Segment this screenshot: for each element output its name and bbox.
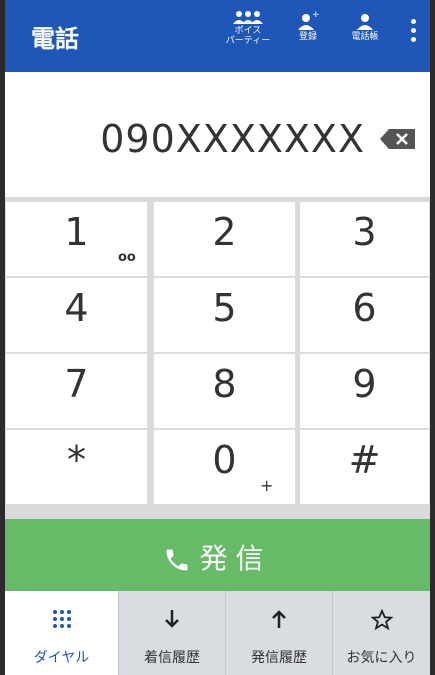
person-icon: [357, 14, 373, 30]
key-digit: 0: [212, 438, 237, 482]
key-2[interactable]: 2: [153, 201, 296, 277]
register-label: 登録: [298, 32, 317, 42]
dial-keypad: 1 oo 2 3 4 5 6 7 8 9 * 0 + #: [5, 197, 430, 519]
number-display: 090XXXXXXX: [5, 72, 430, 197]
svg-text:+: +: [312, 10, 320, 20]
key-5[interactable]: 5: [153, 277, 296, 353]
key-9[interactable]: 9: [299, 353, 430, 429]
key-digit: #: [348, 438, 381, 482]
key-digit: 9: [352, 362, 377, 406]
key-4[interactable]: 4: [5, 277, 148, 353]
dialpad-icon: [5, 609, 118, 631]
key-hash[interactable]: #: [299, 429, 430, 505]
key-digit: 2: [212, 210, 237, 254]
voicemail-icon: oo: [118, 250, 136, 265]
plus-sublabel: +: [260, 476, 274, 495]
key-digit: 3: [352, 210, 377, 254]
register-contact-button[interactable]: + 登録: [288, 10, 328, 42]
call-button[interactable]: 発信: [5, 519, 430, 591]
tab-label: お気に入り: [346, 650, 417, 666]
tab-dialer[interactable]: ダイヤル: [5, 591, 118, 675]
overflow-menu-icon[interactable]: [403, 19, 423, 53]
key-digit: 7: [64, 362, 89, 406]
voice-party-label-2: パーティー: [225, 36, 271, 46]
arrow-up-icon: [226, 609, 332, 631]
key-digit: 1: [64, 210, 89, 254]
phone-icon: [166, 549, 188, 571]
tab-label: 発信履歴: [251, 650, 307, 666]
arrow-down-icon: [119, 609, 225, 631]
key-digit: 4: [64, 286, 89, 330]
star-icon: [333, 608, 430, 631]
phonebook-label: 電話帳: [351, 32, 379, 42]
tab-favorites[interactable]: お気に入り: [332, 591, 430, 675]
phonebook-button[interactable]: 電話帳: [340, 10, 390, 42]
tab-outgoing-history[interactable]: 発信履歴: [225, 591, 332, 675]
key-digit: 8: [212, 362, 237, 406]
tab-incoming-history[interactable]: 着信履歴: [118, 591, 225, 675]
add-person-icon: +: [298, 10, 320, 30]
key-digit: *: [67, 438, 86, 482]
tab-label: ダイヤル: [33, 650, 90, 666]
voice-party-label-1: ボイス: [234, 26, 262, 36]
group-people-icon: [233, 11, 263, 24]
key-digit: 6: [352, 286, 377, 330]
bottom-tab-bar: ダイヤル 着信履歴 発信履歴 お気に入り: [5, 591, 430, 675]
backspace-icon[interactable]: [379, 127, 417, 155]
key-3[interactable]: 3: [299, 201, 430, 277]
key-8[interactable]: 8: [153, 353, 296, 429]
call-label: 発信: [199, 542, 272, 575]
key-0[interactable]: 0 +: [153, 429, 296, 505]
key-digit: 5: [212, 286, 237, 330]
key-6[interactable]: 6: [299, 277, 430, 353]
key-star[interactable]: *: [5, 429, 148, 505]
key-1[interactable]: 1 oo: [5, 201, 148, 277]
key-7[interactable]: 7: [5, 353, 148, 429]
tab-label: 着信履歴: [144, 650, 200, 666]
device-frame-right: [430, 0, 435, 675]
app-header: 電話 ボイス パーティー + 登録 電話帳: [5, 0, 430, 72]
app-title: 電話: [31, 25, 79, 53]
voice-party-button[interactable]: ボイス パーティー: [223, 10, 273, 46]
dialed-number: 090XXXXXXX: [100, 117, 365, 161]
